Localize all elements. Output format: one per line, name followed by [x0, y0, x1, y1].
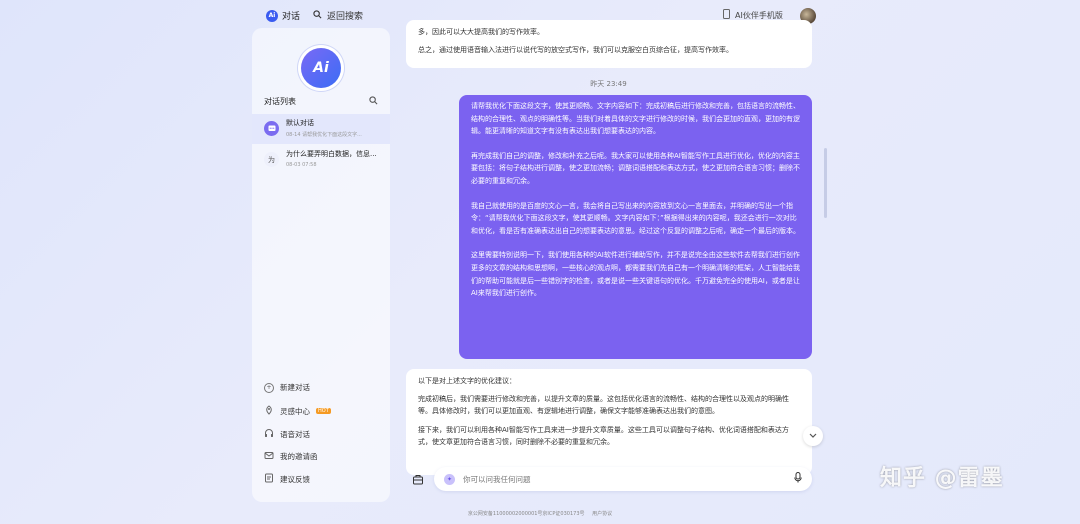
message-paragraph: 接下来，我们可以利用各种AI智能写作工具来进一步提升文章质量。这些工具可以调整句…	[418, 425, 789, 446]
ai-message: 以下是对上述文字的优化建议： 完成初稿后，我们需要进行修改和完善，以提升文章的质…	[406, 369, 812, 475]
message-paragraph: 以下是对上述文字的优化建议：	[418, 377, 516, 385]
ai-logo-icon: Ai	[266, 9, 278, 22]
back-search-label: 返回搜索	[327, 12, 364, 22]
menu-label: 建议反馈	[280, 474, 310, 484]
search-icon[interactable]	[369, 96, 378, 108]
back-to-search-button[interactable]: 返回搜索	[313, 9, 363, 22]
microphone-icon[interactable]	[794, 472, 802, 486]
chevron-down-icon	[809, 432, 817, 441]
brand-label: 对话	[282, 12, 301, 22]
menu-label: 灵感中心	[280, 406, 310, 416]
scrollbar-thumb[interactable]	[824, 148, 827, 218]
menu-label: 新建对话	[280, 383, 310, 392]
feedback-icon	[264, 473, 274, 485]
scroll-down-button[interactable]	[803, 426, 823, 446]
hot-badge: HOT	[316, 408, 331, 414]
envelope-icon	[264, 450, 274, 462]
user-message: 请帮我优化下面这段文字，使其更顺畅。文字内容如下：完成初稿后进行修改和完善，包括…	[459, 95, 812, 359]
conversation-item[interactable]: 默认对话 08-14 请帮我优化下面这段文字...	[252, 114, 390, 144]
toolbox-button[interactable]	[410, 472, 426, 488]
footer: 京公网安备11000002000001号京ICP证030173号 用户协议	[0, 510, 1080, 517]
message-paragraph: 我自己就使用的是百度的文心一言，我会将自己写出来的内容放到文心一言里面去，并明确…	[471, 201, 800, 235]
inspiration-center-button[interactable]: 灵感中心 HOT	[264, 405, 384, 417]
message-paragraph: 这里需要特别说明一下，我们使用各种的AI软件进行辅助写作，并不是说完全由这些软件…	[471, 251, 800, 298]
plus-circle-icon: +	[264, 382, 274, 393]
headphones-icon	[264, 428, 274, 440]
conversation-title: 为什么要弄明白数据，信息...	[286, 150, 377, 158]
conversation-initial: 为	[264, 152, 279, 167]
message-text: 总之，通过使用语音输入法进行以说代写的放空式写作，我们可以克服空白页综合征，提高…	[418, 46, 733, 54]
location-pin-icon	[264, 405, 274, 417]
ai-message-previous: 多，因此可以大大提高我们的写作效率。 总之，通过使用语音输入法进行以说代写的放空…	[406, 20, 812, 68]
my-invitation-button[interactable]: 我的邀请函	[264, 450, 384, 462]
chat-input-box[interactable]: ✦	[434, 467, 812, 491]
new-chat-button[interactable]: + 新建对话	[264, 382, 384, 393]
time-divider: 昨天 23:49	[590, 80, 627, 88]
sidebar: Ai 对话列表 默认对话 08-14 请帮我优化下面这段文字... 为 为什么要…	[252, 28, 390, 502]
conversation-title: 默认对话	[286, 119, 314, 127]
message-paragraph: 请帮我优化下面这段文字，使其更顺畅。文字内容如下：完成初稿后进行修改和完善，包括…	[471, 102, 800, 136]
conversation-subtitle: 08-14 请帮我优化下面这段文字...	[286, 132, 362, 138]
menu-label: 我的邀请函	[280, 451, 318, 461]
message-paragraph: 完成初稿后，我们需要进行修改和完善，以提升文章的质量。这包括优化语言的流畅性、结…	[418, 395, 789, 416]
chat-input[interactable]	[463, 474, 786, 484]
partner-label: AI伙伴手机版	[735, 10, 783, 20]
toolbox-icon	[412, 473, 424, 488]
conversation-subtitle: 08-03 07:58	[286, 162, 317, 168]
search-icon	[313, 9, 322, 22]
chat-panel: 多，因此可以大大提高我们的写作效率。 总之，通过使用语音输入法进行以说代写的放空…	[390, 20, 827, 502]
conversation-item[interactable]: 为 为什么要弄明白数据，信息... 08-03 07:58	[252, 145, 390, 175]
ai-logo: Ai	[301, 48, 341, 88]
conversation-list-title: 对话列表	[264, 97, 296, 106]
user-agreement-link[interactable]: 用户协议	[592, 511, 612, 517]
chat-bubble-icon	[264, 121, 279, 136]
feedback-button[interactable]: 建议反馈	[264, 473, 384, 485]
message-text: 多，因此可以大大提高我们的写作效率。	[418, 28, 544, 36]
brand-tab[interactable]: Ai 对话	[266, 9, 300, 22]
icp-text: 京公网安备11000002000001号京ICP证030173号	[467, 511, 585, 517]
voice-chat-button[interactable]: 语音对话	[264, 428, 384, 440]
menu-label: 语音对话	[280, 429, 310, 439]
sparkle-icon: ✦	[444, 473, 455, 485]
message-paragraph: 再完成我们自己的调整，修改和补充之后呢。我大家可以使用各种AI智能写作工具进行优…	[471, 151, 800, 185]
watermark: 知乎 @雷墨	[880, 466, 1004, 491]
